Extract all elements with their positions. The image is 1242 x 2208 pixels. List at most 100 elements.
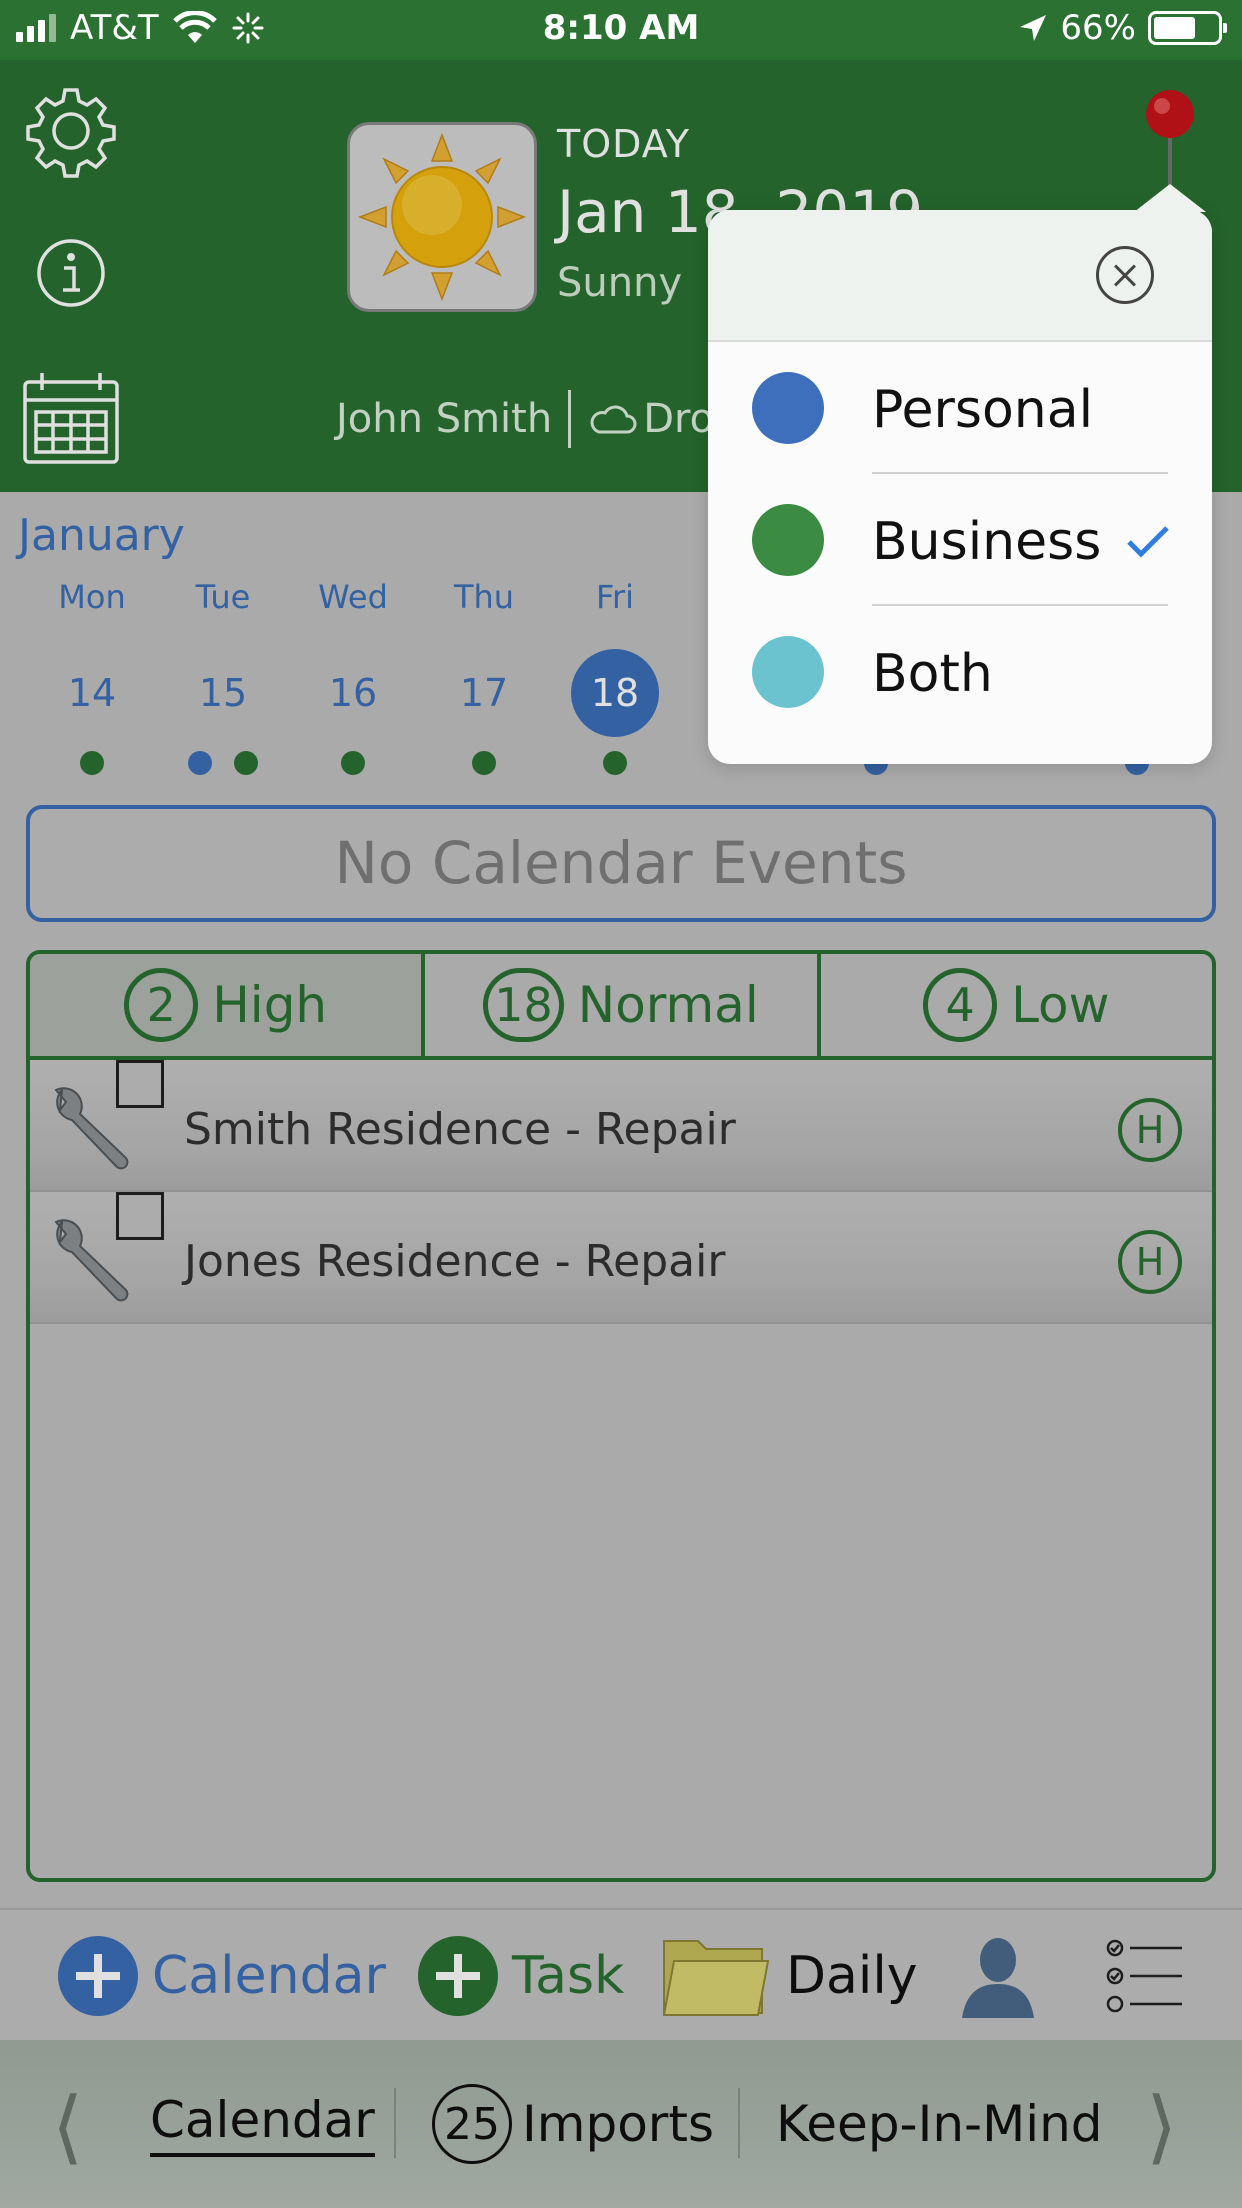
event-dots [550, 751, 680, 777]
day-number: 14 [67, 671, 117, 715]
calendar-grid-icon[interactable] [22, 370, 120, 466]
no-events-label: No Calendar Events [334, 829, 908, 897]
calendar-events-box[interactable]: No Calendar Events [26, 805, 1216, 922]
plus-icon [418, 1936, 498, 2016]
day-number: 16 [328, 671, 378, 715]
nav-calendar-label: Calendar [150, 2091, 375, 2157]
selected-day-number: 18 [571, 649, 659, 737]
category-popover: Personal Business Both [708, 184, 1212, 764]
battery-icon [1148, 11, 1227, 45]
tab-label: Low [1011, 976, 1110, 1034]
add-task-label: Task [512, 1946, 625, 2006]
day-cell-18[interactable]: Fri 18 [550, 575, 680, 777]
popover-header [708, 210, 1212, 342]
battery-percent: 66% [1060, 8, 1136, 48]
divider [738, 2088, 740, 2158]
both-color-dot [752, 636, 824, 708]
chevron-left-icon[interactable]: ⟨ [52, 2080, 83, 2173]
day-name: Thu [453, 578, 515, 616]
day-number: 17 [459, 671, 509, 715]
nav-imports-label: Imports [522, 2095, 714, 2153]
personal-color-dot [752, 372, 824, 444]
day-cell-14[interactable]: Mon 14 [27, 575, 157, 777]
checkmark-icon [1127, 526, 1169, 558]
sun-icon [357, 132, 527, 302]
plus-icon [58, 1936, 138, 2016]
day-name: Wed [318, 578, 388, 616]
blue-event-dot [188, 751, 212, 775]
green-event-dot [234, 751, 258, 775]
option-label: Both [872, 644, 993, 704]
option-both[interactable]: Both [708, 606, 1212, 738]
option-label: Personal [872, 380, 1094, 440]
tab-label: Normal [577, 976, 759, 1034]
green-event-dot [603, 751, 627, 775]
day-name: Fri [595, 578, 635, 616]
green-event-dot [472, 751, 496, 775]
cloud-icon [590, 405, 637, 434]
tab-label: High [212, 976, 328, 1034]
add-calendar-button[interactable]: Calendar [58, 1910, 386, 2042]
popover-arrow [1134, 184, 1206, 212]
add-calendar-label: Calendar [152, 1946, 386, 2006]
daily-folder-button[interactable]: Daily [660, 1910, 918, 2042]
task-checkbox[interactable] [116, 1060, 164, 1108]
location-arrow-icon [1020, 15, 1047, 41]
green-event-dot [80, 751, 104, 775]
chevron-right-icon[interactable]: ⟩ [1146, 2080, 1177, 2173]
option-personal[interactable]: Personal [708, 342, 1212, 474]
green-event-dot [341, 751, 365, 775]
day-cell-17[interactable]: Thu 17 [419, 575, 549, 777]
month-label: January [18, 510, 185, 561]
divider [394, 2088, 396, 2158]
low-count-badge: 4 [923, 968, 998, 1042]
day-name: Tue [195, 578, 251, 616]
bottom-nav: ⟨ Calendar 25 Imports Keep-In-Mind ⟩ [0, 2040, 1242, 2208]
day-number: 15 [198, 671, 248, 715]
add-task-button[interactable]: Task [418, 1910, 624, 2042]
contact-icon[interactable] [958, 1932, 1038, 2020]
priority-badge: H [1118, 1230, 1182, 1294]
event-dots [27, 751, 157, 777]
bottom-toolbar: Calendar Task Daily [0, 1908, 1242, 2040]
weather-tile[interactable] [347, 122, 537, 312]
task-panel: 2 High 18 Normal 4 Low Smith Residence -… [26, 950, 1216, 1882]
close-icon[interactable] [1096, 246, 1154, 304]
status-bar: AT&T 8:10 AM 66% [0, 0, 1242, 60]
day-cell-15[interactable]: Tue 15 [158, 575, 288, 777]
today-label: TODAY [557, 122, 690, 166]
daily-label: Daily [786, 1946, 918, 2006]
divider [568, 390, 572, 448]
nav-keep-in-mind[interactable]: Keep-In-Mind [776, 2040, 1103, 2208]
task-row[interactable]: Jones Residence - Repair H [30, 1192, 1212, 1324]
task-checkbox[interactable] [116, 1192, 164, 1240]
event-dots [288, 751, 418, 777]
business-color-dot [752, 504, 824, 576]
nav-keep-label: Keep-In-Mind [776, 2095, 1103, 2153]
normal-count-badge: 18 [483, 968, 564, 1042]
option-label: Business [872, 512, 1102, 572]
day-name: Mon [58, 578, 126, 616]
nav-calendar[interactable]: Calendar [150, 2040, 375, 2208]
user-name: John Smith [336, 396, 553, 442]
priority-badge: H [1118, 1098, 1182, 1162]
info-icon[interactable] [36, 238, 106, 308]
pin-icon[interactable] [1142, 88, 1198, 188]
high-count-badge: 2 [124, 968, 199, 1042]
event-dots [158, 751, 288, 777]
status-right: 66% [1018, 8, 1227, 48]
nav-imports[interactable]: 25 Imports [432, 2040, 714, 2208]
weather-text: Sunny [557, 260, 683, 306]
folder-icon [662, 1940, 770, 2016]
tab-normal[interactable]: 18 Normal [425, 954, 821, 1056]
event-dots [419, 751, 549, 777]
checklist-icon[interactable] [1106, 1938, 1184, 2014]
priority-tabs: 2 High 18 Normal 4 Low [30, 954, 1212, 1060]
tab-high[interactable]: 2 High [30, 954, 426, 1056]
gear-icon[interactable] [22, 82, 120, 180]
option-business[interactable]: Business [708, 474, 1212, 606]
day-cell-16[interactable]: Wed 16 [288, 575, 418, 777]
imports-count-badge: 25 [432, 2084, 512, 2164]
tab-low[interactable]: 4 Low [821, 954, 1212, 1056]
task-row[interactable]: Smith Residence - Repair H [30, 1060, 1212, 1192]
